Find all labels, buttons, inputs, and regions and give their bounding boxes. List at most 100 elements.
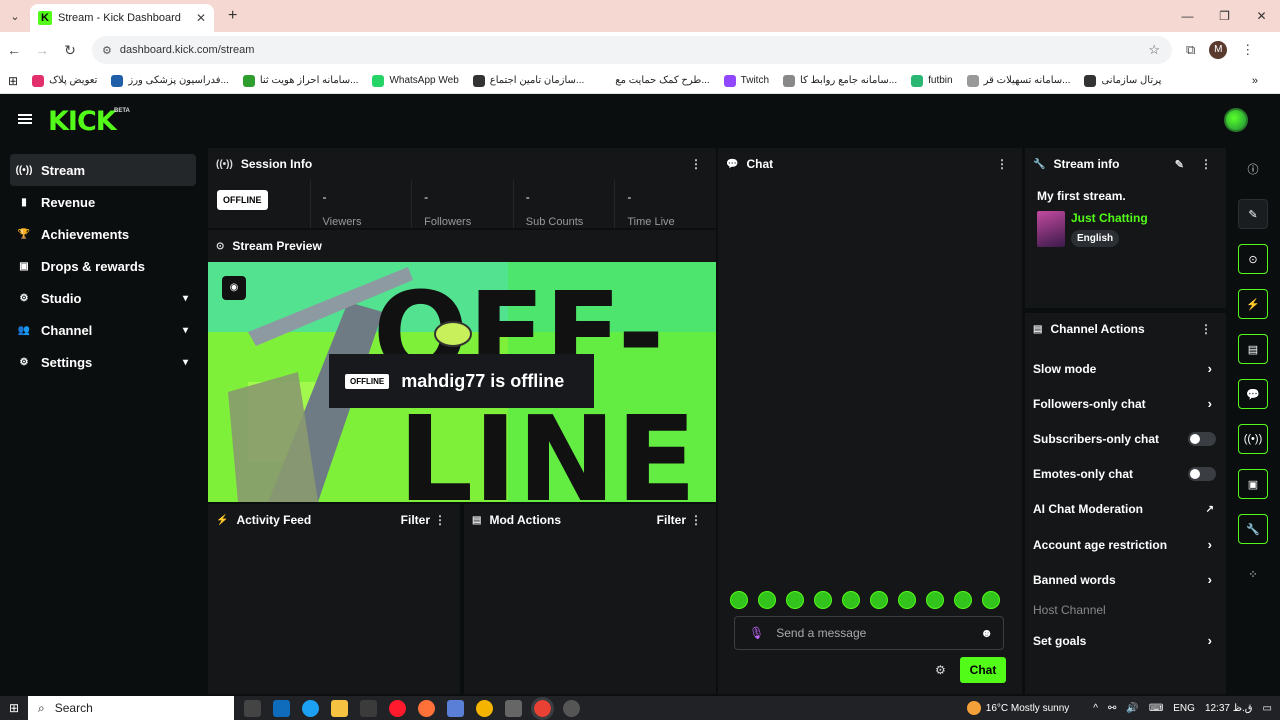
close-tab-icon[interactable]: ✕ xyxy=(196,11,206,25)
edit-icon[interactable]: ✎ xyxy=(1238,199,1268,229)
chat-send-button[interactable]: Chat xyxy=(960,657,1006,683)
taskbar-search[interactable]: ⌕ Search xyxy=(28,696,234,720)
app-icon[interactable] xyxy=(447,699,464,717)
channel-actions-menu-icon[interactable]: ⋮ xyxy=(1200,322,1212,336)
emoji-picker-icon[interactable]: ☻ xyxy=(980,626,993,640)
emote-icon[interactable] xyxy=(926,591,944,609)
emote-icon[interactable] xyxy=(870,591,888,609)
sidebar-item-revenue[interactable]: ▮ Revenue xyxy=(10,186,196,218)
toggle-switch[interactable] xyxy=(1188,431,1216,446)
chevron-down-icon[interactable]: ▾ xyxy=(183,357,188,368)
apps-grid-icon[interactable]: ⊞ xyxy=(8,74,18,88)
volume-tray-icon[interactable]: 🔊 xyxy=(1126,703,1138,714)
kick-logo[interactable]: KICK xyxy=(48,106,117,137)
bookmark-item[interactable]: futbin xyxy=(911,74,953,87)
toggle-switch[interactable] xyxy=(1188,467,1216,482)
notifications-icon[interactable]: ▭ xyxy=(1263,703,1272,714)
more-panels-icon[interactable]: ⁘ xyxy=(1238,559,1268,589)
category-name[interactable]: Just Chatting xyxy=(1071,211,1148,225)
chrome-icon[interactable] xyxy=(476,699,493,717)
action-banned-words[interactable]: Banned words › xyxy=(1025,562,1226,597)
chevron-right-icon[interactable]: › xyxy=(1208,537,1212,552)
stream-info-menu-icon[interactable]: ⋮ xyxy=(1200,157,1212,171)
microphone-icon[interactable]: 🎙 xyxy=(749,626,764,640)
preview-toggle-icon[interactable]: ⊙ xyxy=(1238,244,1268,274)
sidebar-item-drops-rewards[interactable]: ▣ Drops & rewards xyxy=(10,250,196,282)
stream-info-toggle-icon[interactable]: 🔧 xyxy=(1238,514,1268,544)
windows-start-icon[interactable]: ⊞ xyxy=(0,701,28,715)
weather-widget[interactable]: 16°C Mostly sunny xyxy=(966,701,1069,715)
session-menu-icon[interactable]: ⋮ xyxy=(690,157,702,171)
chevron-right-icon[interactable]: › xyxy=(1208,572,1212,587)
emote-icon[interactable] xyxy=(982,591,1000,609)
outlook-icon[interactable] xyxy=(273,699,290,717)
chat-message-input[interactable]: 🎙 Send a message ☻ xyxy=(734,616,1004,650)
file-explorer-icon[interactable] xyxy=(331,699,348,717)
chevron-down-icon[interactable]: ▾ xyxy=(183,325,188,336)
chrome-active-icon[interactable] xyxy=(531,696,554,720)
bookmark-item[interactable]: تعویض پلاک xyxy=(32,74,97,87)
chevron-right-icon[interactable]: › xyxy=(1208,361,1212,376)
chat-menu-icon[interactable]: ⋮ xyxy=(996,157,1008,171)
activity-filter-button[interactable]: Filter xyxy=(401,513,430,527)
sidebar-item-stream[interactable]: ((•)) Stream xyxy=(10,154,196,186)
firefox-icon[interactable] xyxy=(418,699,435,717)
extensions-icon[interactable]: ⧉ xyxy=(1186,42,1195,58)
sidebar-item-studio[interactable]: ⚙ Studio ▾ xyxy=(10,282,196,314)
emote-icon[interactable] xyxy=(898,591,916,609)
task-view-icon[interactable] xyxy=(244,699,261,717)
reload-icon[interactable]: ↻ xyxy=(56,42,84,59)
browser-tab[interactable]: Stream - Kick Dashboard ✕ xyxy=(30,4,214,32)
notes-toggle-icon[interactable]: ▤ xyxy=(1238,334,1268,364)
sidebar-item-channel[interactable]: 👥 Channel ▾ xyxy=(10,314,196,346)
chat-settings-icon[interactable]: ⚙ xyxy=(935,663,946,677)
edge-icon[interactable] xyxy=(302,699,319,717)
action-slow-mode[interactable]: Slow mode › xyxy=(1025,351,1226,386)
chevron-down-icon[interactable]: ▾ xyxy=(183,293,188,304)
emote-icon[interactable] xyxy=(758,591,776,609)
emote-icon[interactable] xyxy=(814,591,832,609)
tab-search-icon[interactable]: ⌄ xyxy=(0,0,30,32)
action-account-age-restriction[interactable]: Account age restriction › xyxy=(1025,527,1226,562)
browser-menu-icon[interactable]: ⋮ xyxy=(1241,42,1254,58)
action-emotes-only-chat[interactable]: Emotes-only chat xyxy=(1025,457,1226,492)
bookmark-item[interactable]: پرتال سازمانی xyxy=(1084,74,1161,87)
bookmark-item[interactable]: Twitch xyxy=(723,74,769,87)
activity-toggle-icon[interactable]: ⚡ xyxy=(1238,289,1268,319)
site-info-icon[interactable]: ⚙ xyxy=(102,44,112,57)
info-icon[interactable]: ⓘ xyxy=(1238,154,1268,184)
emote-icon[interactable] xyxy=(786,591,804,609)
bookmark-item[interactable]: سازمان تامین اجتماع... xyxy=(472,74,584,87)
chevron-right-icon[interactable]: › xyxy=(1208,633,1212,648)
mod-menu-icon[interactable]: ⋮ xyxy=(690,513,702,527)
mod-toggle-icon[interactable]: ▣ xyxy=(1238,469,1268,499)
edit-stream-info-icon[interactable]: ✎ xyxy=(1175,158,1184,171)
new-tab-icon[interactable]: + xyxy=(228,7,237,25)
activity-menu-icon[interactable]: ⋮ xyxy=(434,513,446,527)
clock[interactable]: 12:37 ق.ظ xyxy=(1205,703,1253,714)
chevron-right-icon[interactable]: › xyxy=(1208,396,1212,411)
maximize-icon[interactable]: ❐ xyxy=(1206,0,1243,32)
volume-icon[interactable]: ◉ xyxy=(222,276,246,300)
emote-icon[interactable] xyxy=(954,591,972,609)
network-icon[interactable]: ⚯ xyxy=(1108,703,1116,714)
action-followers-only-chat[interactable]: Followers-only chat › xyxy=(1025,386,1226,421)
bookmark-item[interactable]: سامانه جامع روابط کا... xyxy=(783,74,897,87)
url-field[interactable]: ⚙ dashboard.kick.com/stream ☆ xyxy=(92,36,1172,64)
bookmark-item[interactable]: فدراسیون پزشکی ورز... xyxy=(111,74,229,87)
action-set-goals[interactable]: Set goals › xyxy=(1025,623,1226,658)
bookmark-item[interactable]: طرح کمک حمایت مع... xyxy=(598,74,710,87)
session-toggle-icon[interactable]: ((•)) xyxy=(1238,424,1268,454)
sidebar-item-achievements[interactable]: 🏆 Achievements xyxy=(10,218,196,250)
opera-icon[interactable] xyxy=(389,699,406,717)
bookmark-item[interactable]: WhatsApp Web xyxy=(372,74,459,87)
bookmark-item[interactable]: سامانه تسهیلات قر... xyxy=(966,74,1070,87)
sidebar-item-settings[interactable]: ⚙ Settings ▾ xyxy=(10,346,196,378)
chat-toggle-icon[interactable]: 💬 xyxy=(1238,379,1268,409)
minimize-icon[interactable]: — xyxy=(1169,0,1206,32)
settings-icon[interactable] xyxy=(505,699,522,717)
external-link-icon[interactable]: ↗ xyxy=(1206,504,1214,515)
clock-app-icon[interactable] xyxy=(563,699,580,717)
language-indicator[interactable]: ENG xyxy=(1173,703,1195,714)
tray-chevron-icon[interactable]: ^ xyxy=(1093,703,1098,714)
